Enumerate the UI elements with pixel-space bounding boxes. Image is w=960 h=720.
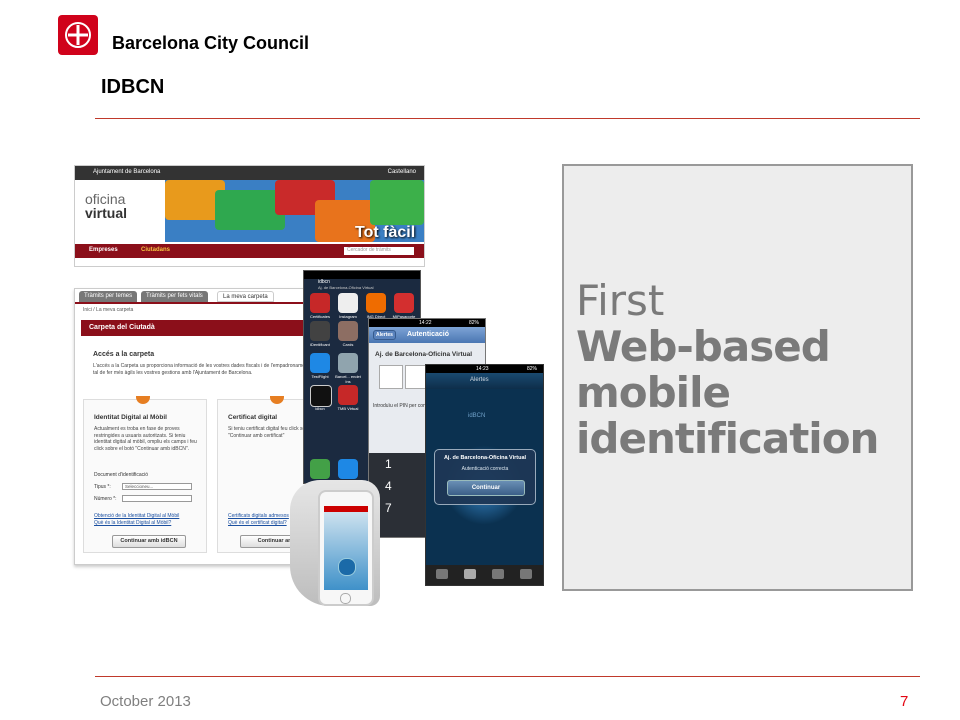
slide-title: IDBCN	[101, 76, 165, 98]
message-line-3: mobile	[576, 368, 731, 417]
access-heading: Accés a la carpeta	[93, 351, 155, 358]
barcelona-logo	[58, 15, 98, 55]
app-icon[interactable]	[310, 321, 330, 341]
app-icon[interactable]	[310, 353, 330, 373]
pin-digit-box[interactable]	[379, 365, 403, 389]
alert-continue-button[interactable]: Continuar	[447, 480, 525, 496]
certificate-icon	[270, 396, 284, 404]
tab-meva-carpeta[interactable]: La meva carpeta	[217, 291, 274, 302]
oficina-virtual-logo: oficina virtual	[85, 191, 128, 221]
tab-icon[interactable]	[464, 569, 476, 579]
nav-empreses[interactable]: Empreses	[89, 247, 118, 253]
tab-icon[interactable]	[520, 569, 532, 579]
app-icon[interactable]	[338, 353, 358, 373]
banner-slogan: Tot fàcil	[355, 224, 416, 241]
phone-app-icon[interactable]	[310, 459, 330, 479]
app-icon[interactable]	[338, 293, 358, 313]
link-certificates[interactable]: Certificats digitals admesos	[228, 513, 289, 519]
message-box: First Web-based mobile identification	[562, 164, 913, 591]
alert-title: Aj. de Barcelona-Oficina Virtual	[443, 455, 527, 461]
portal-search-input[interactable]: Cercador de tràmits	[344, 247, 414, 255]
tmb-app-icon[interactable]	[338, 385, 358, 405]
alert-navbar: Alertes	[426, 373, 543, 389]
link-obtain-id[interactable]: Obtenció de la Identitat Digital al Mòbi…	[94, 513, 179, 519]
doc-number-input[interactable]	[122, 495, 192, 502]
nav-ciutadans[interactable]: Ciutadans	[141, 247, 170, 253]
tab-tramits-fets[interactable]: Tràmits per fets vitals	[141, 291, 208, 302]
continue-idbcn-button[interactable]: Continuar amb idBCN	[112, 535, 186, 548]
auth-alert-dialog: Aj. de Barcelona-Oficina Virtual Autenti…	[434, 449, 536, 505]
fingerprint-icon	[338, 558, 356, 576]
link-what-is-id[interactable]: Què és la Identitat Digital al Mòbil?	[94, 520, 171, 526]
section-title: Carpeta del Ciutadà	[89, 324, 155, 331]
pin-nav-title: Autenticació	[407, 331, 450, 338]
portal-topbar: Ajuntament de Barcelona Castellano	[75, 166, 424, 180]
message-text: First Web-based mobile identification	[576, 276, 879, 463]
pin-heading: Aj. de Barcelona-Oficina Virtual	[375, 351, 473, 358]
message-line-4: identification	[576, 414, 879, 463]
idbcn-card: Identitat Digital al Mòbil Actualment es…	[83, 396, 207, 553]
key-1[interactable]: 1	[385, 457, 392, 471]
back-button[interactable]: Alertes	[373, 330, 396, 340]
portal-topbar-right: Castellano	[387, 169, 416, 175]
tab-icon[interactable]	[436, 569, 448, 579]
alert-nav-title: Alertes	[470, 377, 489, 383]
doc-type-select[interactable]: Seleccioneu...	[122, 483, 192, 490]
app-icon[interactable]	[338, 321, 358, 341]
section-bar: Carpeta del Ciutadà	[81, 320, 331, 336]
portal-banner-screenshot: Ajuntament de Barcelona Castellano ofici…	[74, 165, 425, 267]
idbcn-app-icon[interactable]	[310, 385, 332, 407]
portal-topbar-left: Ajuntament de Barcelona	[93, 169, 161, 175]
message-line-1: First	[576, 276, 665, 325]
access-text: L'accés a la Carpeta us proporciona info…	[93, 363, 320, 376]
phone-alert-screen: 14:23 82% Alertes idBCN Aj. de Barcelona…	[425, 364, 544, 586]
message-line-2: Web-based	[576, 322, 831, 371]
breadcrumb: Inici / La meva carpeta	[83, 307, 134, 313]
app-icon[interactable]	[366, 293, 386, 313]
city-crest-icon	[65, 22, 91, 48]
tab-icon[interactable]	[492, 569, 504, 579]
idbcn-brand: idBCN	[468, 413, 486, 419]
app-tabbar	[426, 565, 543, 585]
pin-navbar: Alertes Autenticació	[369, 327, 485, 343]
header-divider	[95, 118, 920, 119]
app-icon[interactable]	[310, 293, 330, 313]
link-what-is-cert[interactable]: Què és el certificat digital?	[228, 520, 287, 526]
mail-app-icon[interactable]	[338, 459, 358, 479]
key-4[interactable]: 4	[385, 479, 392, 493]
phone-in-hand	[318, 490, 374, 606]
alert-message: Autenticació correcta	[461, 466, 509, 472]
org-name: Barcelona City Council	[112, 33, 310, 53]
mobile-id-icon	[136, 396, 150, 404]
portal-navbar: Empreses Ciutadans Cercador de tràmits	[75, 244, 424, 258]
key-7[interactable]: 7	[385, 501, 392, 515]
home-button-icon	[340, 593, 351, 604]
app-icon[interactable]	[394, 293, 414, 313]
footer-divider	[95, 676, 920, 677]
tab-tramits-temes[interactable]: Tràmits per temes	[79, 291, 138, 302]
page-number: 7	[900, 693, 909, 710]
footer-date: October 2013	[100, 693, 191, 710]
